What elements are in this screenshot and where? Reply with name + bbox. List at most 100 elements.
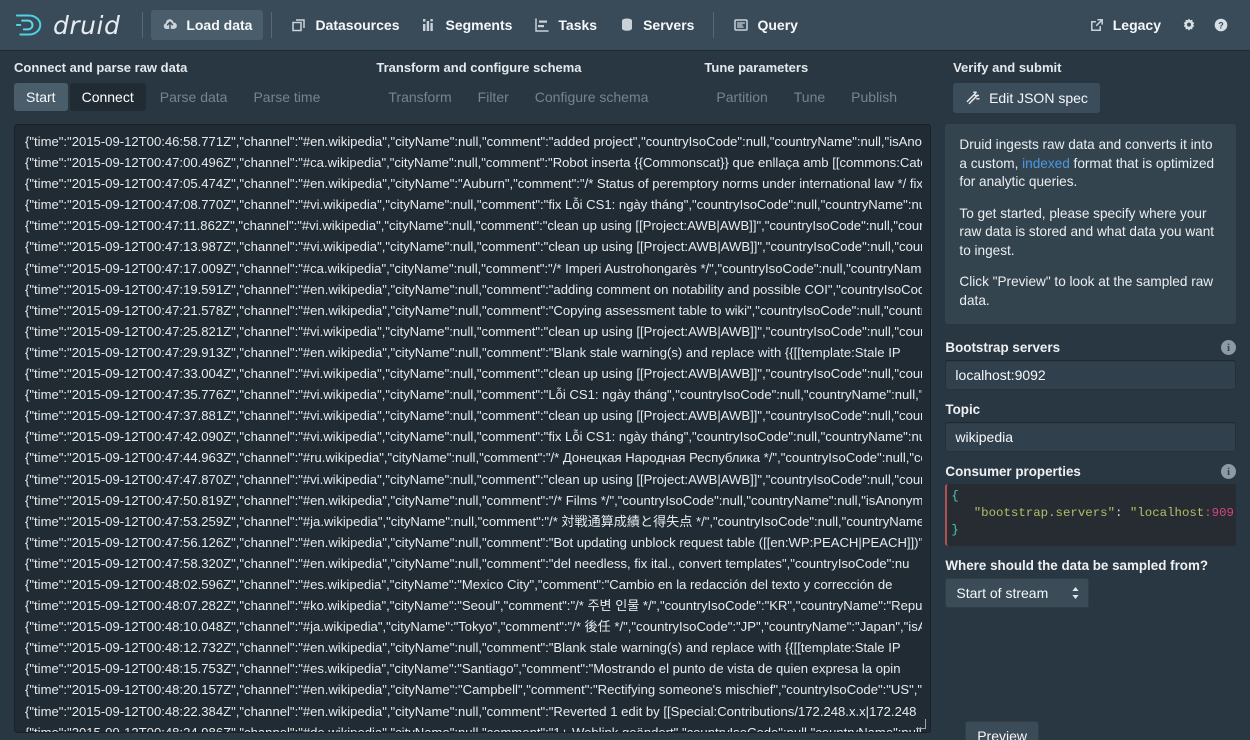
raw-data-line: {"time":"2015-09-12T00:47:33.004Z","chan… [25,366,923,382]
nav-label-datasources: Datasources [315,17,400,33]
code-close-brace: } [951,523,959,537]
raw-data-line: {"time":"2015-09-12T00:47:11.862Z","chan… [25,218,923,234]
raw-data-line: {"time":"2015-09-12T00:47:05.474Z","chan… [25,176,923,192]
double-caret-icon [1072,587,1080,599]
consumer-properties-editor[interactable]: { "bootstrap.servers": "localhost:909 } [945,484,1236,546]
step-button-configure-schema[interactable]: Configure schema [523,83,661,111]
sample-source-field: Where should the data be sampled from? S… [945,558,1236,608]
raw-data-line: {"time":"2015-09-12T00:48:10.048Z","chan… [25,619,923,635]
nav-item-datasources[interactable]: Datasources [280,10,410,40]
code-line-3: } [951,522,1234,539]
top-navbar: druid Load data Datasources Segments Tas… [0,0,1250,50]
code-colon: : [1115,506,1130,520]
nav-item-query[interactable]: Query [722,10,808,40]
step-group-title-tune: Tune parameters [704,60,809,75]
nav-divider-3 [713,12,715,38]
nav-label-servers: Servers [643,17,695,33]
raw-data-line: {"time":"2015-09-12T00:47:42.090Z","chan… [25,429,923,445]
code-line-2: "bootstrap.servers": "localhost:909 [951,505,1234,522]
raw-data-line: {"time":"2015-09-12T00:47:37.881Z","chan… [25,408,923,424]
bootstrap-servers-label-row: Bootstrap servers i [945,340,1236,355]
raw-data-line: {"time":"2015-09-12T00:47:29.913Z","chan… [25,344,901,360]
nav-item-load-data[interactable]: Load data [151,10,264,40]
navbar-right-group: Legacy ? [1078,10,1236,40]
step-button-parse-time[interactable]: Parse time [241,83,332,111]
step-button-filter[interactable]: Filter [466,83,521,111]
callout-paragraph-2: To get started, please specify where you… [959,205,1215,258]
step-group-title-connect: Connect and parse raw data [14,60,188,75]
nav-label-segments: Segments [445,17,513,33]
raw-data-line: {"time":"2015-09-12T00:47:53.259Z","chan… [25,513,923,529]
nav-label-tasks: Tasks [558,17,598,33]
bootstrap-servers-field: Bootstrap servers i [945,340,1236,390]
raw-data-line: {"time":"2015-09-12T00:47:08.770Z","chan… [25,197,923,213]
raw-data-line: {"time":"2015-09-12T00:48:22.384Z","chan… [25,703,917,719]
topic-label-row: Topic [945,402,1236,417]
callout-paragraph-1: Druid ingests raw data and converts it i… [959,136,1222,192]
console-icon [734,19,749,31]
consumer-properties-field: Consumer properties i { "bootstrap.serve… [945,464,1236,546]
preview-button[interactable]: Preview [965,721,1039,740]
nav-item-legacy[interactable]: Legacy [1078,10,1172,40]
bootstrap-servers-input[interactable] [945,360,1236,390]
step-button-transform[interactable]: Transform [376,83,463,111]
textarea-resize-handle[interactable] [914,717,928,731]
nav-item-servers[interactable]: Servers [608,10,705,40]
step-group-title-verify: Verify and submit [953,60,1062,75]
raw-data-line: {"time":"2015-09-12T00:47:19.591Z","chan… [25,281,923,297]
raw-data-line: {"time":"2015-09-12T00:48:24.986Z","chan… [25,724,922,733]
step-group-connect: Connect and parse raw data Start Connect… [14,60,332,113]
step-button-partition[interactable]: Partition [704,83,779,111]
step-button-parse-data[interactable]: Parse data [148,83,240,111]
step-button-connect[interactable]: Connect [69,83,146,111]
raw-data-line: {"time":"2015-09-12T00:48:02.596Z","chan… [25,576,893,592]
nav-divider-1 [142,12,144,38]
code-key: "bootstrap.servers" [973,506,1116,520]
code-value-string: "localhost [1129,506,1205,520]
raw-data-textarea[interactable]: {"time":"2015-09-12T00:46:58.771Z","chan… [14,124,932,733]
edit-json-spec-label: Edit JSON spec [989,90,1088,106]
topic-input[interactable] [945,422,1236,452]
code-open-brace: { [951,489,959,503]
consumer-properties-label: Consumer properties [945,464,1081,479]
bootstrap-servers-info-icon[interactable]: i [1221,340,1236,355]
gear-icon [1183,18,1195,31]
step-button-publish[interactable]: Publish [839,83,909,111]
sample-source-select[interactable]: Start of stream [945,578,1090,608]
raw-data-line: {"time":"2015-09-12T00:48:15.753Z","chan… [25,661,901,677]
settings-button[interactable] [1174,10,1204,40]
help-circle-icon: ? [1214,18,1228,32]
raw-data-line: {"time":"2015-09-12T00:47:35.776Z","chan… [25,387,923,403]
external-link-icon [1090,19,1103,31]
nav-divider-2 [271,12,273,38]
raw-data-lines: {"time":"2015-09-12T00:46:58.771Z","chan… [25,131,923,733]
nav-item-segments[interactable]: Segments [410,10,523,40]
step-button-start[interactable]: Start [14,83,68,111]
raw-data-line: {"time":"2015-09-12T00:47:44.963Z","chan… [25,450,923,466]
sample-source-label-row: Where should the data be sampled from? [945,558,1236,573]
step-button-tune[interactable]: Tune [782,83,837,111]
callout-paragraph-3: Click "Preview" to look at the sampled r… [959,274,1214,308]
raw-data-line: {"time":"2015-09-12T00:47:50.819Z","chan… [25,492,923,508]
raw-data-line: {"time":"2015-09-12T00:47:13.987Z","chan… [25,239,923,255]
indexed-link[interactable]: indexed [1022,156,1070,171]
consumer-properties-info-icon[interactable]: i [1221,464,1236,479]
nav-item-tasks[interactable]: Tasks [523,10,608,40]
raw-data-line: {"time":"2015-09-12T00:47:17.009Z","chan… [25,260,923,276]
sample-source-value: Start of stream [956,585,1049,601]
bootstrap-servers-label: Bootstrap servers [945,340,1061,355]
control-sidebar: Druid ingests raw data and converts it i… [945,124,1236,733]
step-group-verify: Verify and submit Edit JSON spec [953,60,1100,113]
help-button[interactable]: ? [1206,10,1236,40]
wizard-step-bar: Connect and parse raw data Start Connect… [0,50,1250,113]
style-wand-icon [966,91,980,105]
topic-field: Topic [945,402,1236,452]
main-content: {"time":"2015-09-12T00:46:58.771Z","chan… [0,113,1250,733]
step-group-transform: Transform and configure schema Transform… [376,60,660,113]
preview-button-holder: Preview [965,721,1039,740]
raw-data-line: {"time":"2015-09-12T00:47:00.496Z","chan… [25,155,923,171]
raw-data-line: {"time":"2015-09-12T00:46:58.771Z","chan… [25,134,923,149]
gantt-chart-icon [535,18,550,32]
edit-json-spec-button[interactable]: Edit JSON spec [953,83,1100,113]
sample-source-label: Where should the data be sampled from? [945,558,1209,573]
